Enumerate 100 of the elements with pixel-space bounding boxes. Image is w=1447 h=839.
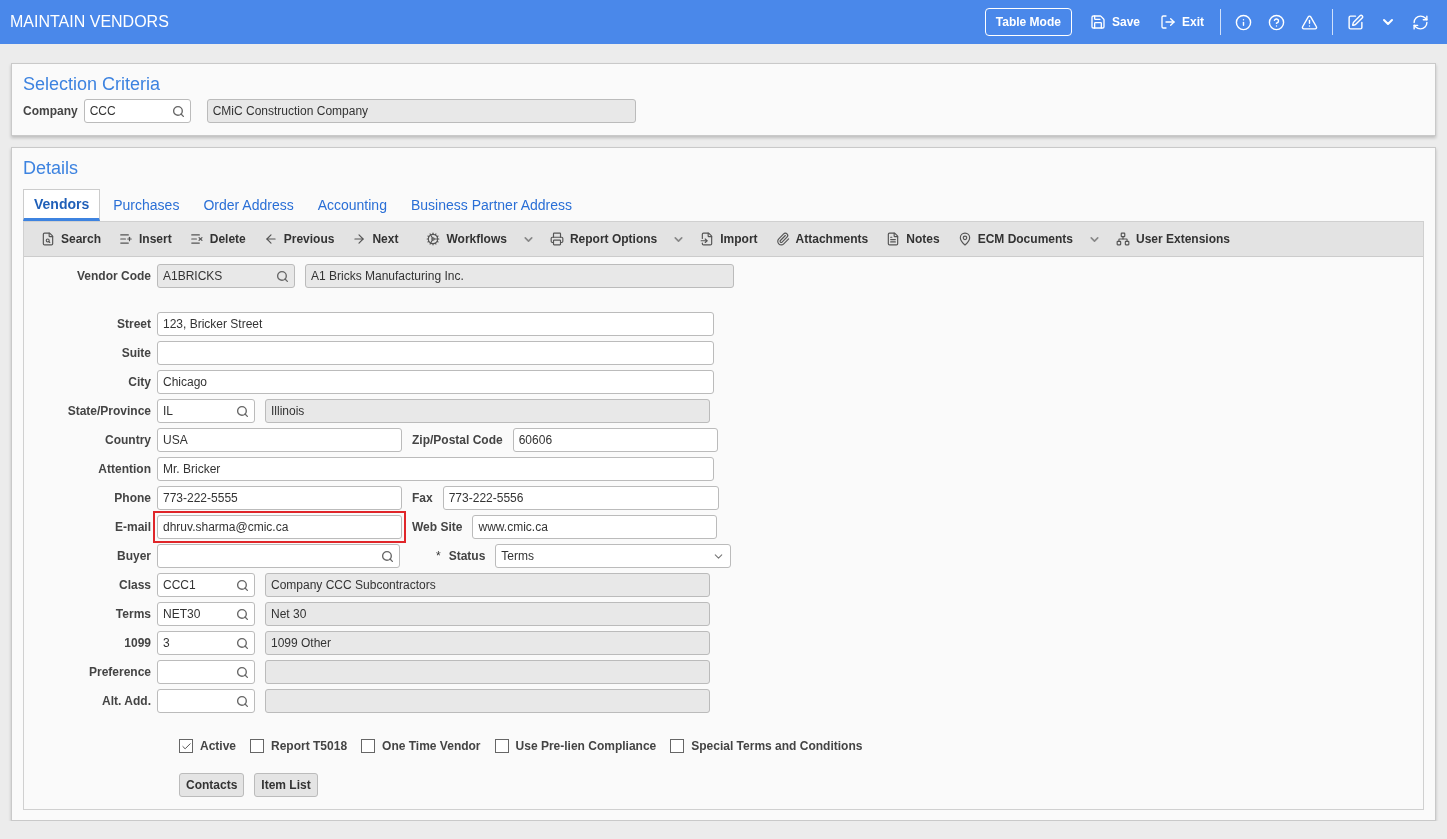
input-field[interactable]: Mr. Bricker — [157, 457, 714, 481]
field-label: 1099 — [123, 636, 151, 650]
checkbox-box[interactable] — [179, 739, 193, 753]
checkbox[interactable]: Report T5018 — [250, 739, 348, 753]
input-field[interactable]: dhruv.sharma@cmic.ca — [157, 515, 402, 539]
tab[interactable]: Order Address — [192, 189, 305, 221]
required-mark: * — [436, 549, 441, 563]
input-field[interactable]: 773-222-5555 — [157, 486, 402, 510]
lookup-field[interactable]: NET30 — [157, 602, 255, 626]
toolbar-button[interactable]: Search — [32, 224, 111, 254]
search-icon[interactable] — [236, 607, 249, 621]
checkbox-box[interactable] — [670, 739, 685, 753]
window-title: MAINTAIN VENDORS — [10, 13, 170, 31]
search-icon[interactable] — [381, 549, 394, 563]
toolbar-button[interactable]: Workflows — [417, 224, 516, 254]
toolbar-button[interactable]: Report Options — [540, 224, 667, 254]
lookup-field[interactable] — [157, 689, 255, 713]
description-field: 1099 Other — [265, 631, 710, 655]
company-field[interactable]: CCC — [83, 99, 191, 123]
delete-row-icon — [189, 232, 204, 246]
input-field[interactable]: 123, Bricker Street — [157, 312, 714, 336]
save-button[interactable]: Save — [1079, 10, 1150, 34]
checkbox-box[interactable] — [250, 739, 265, 753]
field-label: Class — [117, 578, 151, 592]
arrow-right-icon — [352, 232, 367, 246]
description-field: A1 Bricks Manufacturing Inc. — [305, 264, 734, 288]
toolbar-button[interactable]: Insert — [110, 224, 181, 254]
description-field: CMiC Construction Company — [206, 99, 636, 123]
section-title: Selection Criteria — [22, 73, 162, 96]
input-field[interactable]: USA — [157, 428, 402, 452]
table-mode-button[interactable]: Table Mode — [984, 8, 1072, 36]
toolbar-button[interactable]: ECM Documents — [948, 224, 1082, 254]
toolbar-button[interactable]: Import — [691, 224, 767, 254]
field-label: Vendor Code — [76, 269, 151, 283]
search-icon[interactable] — [236, 404, 249, 418]
hierarchy-icon — [1115, 232, 1130, 246]
field-label: Preference — [87, 665, 151, 679]
field-label: E-mail — [114, 520, 151, 534]
checkbox[interactable]: Use Pre-lien Compliance — [494, 739, 657, 753]
exit-button[interactable]: Exit — [1150, 10, 1214, 34]
form-button[interactable]: Contacts — [179, 773, 245, 797]
field-label: State/Province — [66, 404, 151, 418]
field-label: Country — [104, 433, 151, 447]
exit-icon — [1160, 14, 1176, 30]
checkbox[interactable]: Special Terms and Conditions — [670, 739, 863, 753]
status-select[interactable]: Terms — [495, 544, 732, 568]
lookup-field[interactable]: CCC1 — [157, 573, 255, 597]
field-label: Buyer — [116, 549, 151, 563]
toolbar-button[interactable]: Attachments — [766, 224, 878, 254]
field-label: Suite — [120, 346, 151, 360]
printer-icon — [549, 232, 564, 246]
field-label: Terms — [114, 607, 151, 621]
input-field[interactable]: 60606 — [512, 428, 718, 452]
field-label: Alt. Add. — [101, 694, 151, 708]
lookup-field[interactable]: IL — [157, 399, 255, 423]
checkbox-box[interactable] — [494, 739, 509, 753]
description-field: Company CCC Subcontractors — [265, 573, 710, 597]
toolbar-button[interactable]: Next — [343, 224, 408, 254]
form-button[interactable]: Item List — [254, 773, 318, 797]
field-label: Street — [116, 317, 151, 331]
check-icon — [180, 740, 192, 752]
insert-row-icon — [119, 232, 134, 246]
lookup-field[interactable] — [157, 660, 255, 684]
input-field[interactable]: www.cmic.ca — [472, 515, 718, 539]
import-icon — [700, 232, 715, 246]
field-label: Status — [448, 549, 486, 563]
vendor-code-field[interactable]: A1BRICKS — [157, 264, 295, 288]
search-icon[interactable] — [236, 578, 249, 592]
input-field[interactable]: 773-222-5556 — [442, 486, 719, 510]
input-field[interactable]: Chicago — [157, 370, 714, 394]
tab[interactable]: Business Partner Address — [399, 189, 584, 221]
toolbar-button[interactable]: Delete — [180, 224, 255, 254]
lookup-field[interactable] — [157, 544, 400, 568]
field-label: Web Site — [412, 520, 463, 534]
field-label: Attention — [97, 462, 151, 476]
checkbox[interactable]: One Time Vendor — [361, 739, 481, 753]
toolbar-button[interactable]: Previous — [254, 224, 344, 254]
input-field[interactable] — [157, 341, 714, 365]
search-icon[interactable] — [171, 104, 185, 118]
field-label: Fax — [412, 491, 433, 505]
toolbar-button[interactable]: Notes — [877, 224, 949, 254]
lookup-field[interactable]: 3 — [157, 631, 255, 655]
description-field: Net 30 — [265, 602, 710, 626]
save-icon — [1089, 14, 1106, 30]
checkbox[interactable]: Active — [179, 739, 237, 753]
document-icon — [886, 232, 901, 246]
field-label: Zip/Postal Code — [412, 433, 503, 447]
toolbar-button[interactable]: User Extensions — [1106, 224, 1239, 254]
search-icon[interactable] — [276, 269, 289, 283]
tab[interactable]: Vendors — [23, 189, 101, 221]
section-title: Details — [22, 157, 80, 180]
search-icon[interactable] — [236, 636, 249, 650]
field-label: Phone — [113, 491, 151, 505]
field-label: Company — [23, 104, 78, 118]
checkbox-box[interactable] — [361, 739, 376, 753]
search-icon[interactable] — [236, 665, 249, 679]
search-icon[interactable] — [236, 694, 249, 708]
tab[interactable]: Purchases — [102, 189, 191, 221]
tab[interactable]: Accounting — [306, 189, 398, 221]
description-field: Illinois — [265, 399, 710, 423]
